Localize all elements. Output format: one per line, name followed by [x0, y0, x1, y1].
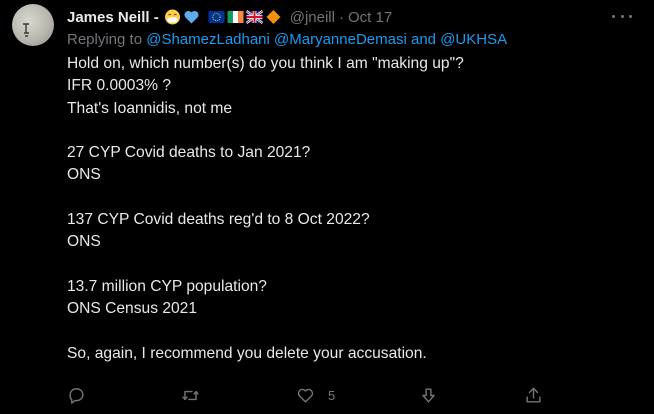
ireland-flag-icon — [227, 11, 244, 23]
mention-link[interactable]: @MaryanneDemasi — [274, 31, 407, 48]
tweet-text: Hold on, which number(s) do you think I … — [67, 53, 627, 365]
tweet-date[interactable]: Oct 17 — [348, 9, 392, 26]
avatar-figure-icon — [23, 23, 29, 37]
tweet-text-line: ONS Census 2021 — [67, 300, 198, 318]
tweet-text-line: 137 CYP Covid deaths reg'd to 8 Oct 2022… — [67, 211, 370, 229]
tweet-text-line: So, again, I recommend you delete your a… — [67, 344, 427, 362]
replying-to-label: Replying to — [67, 31, 143, 48]
share-icon — [526, 387, 541, 403]
author-handle[interactable]: @jneill — [290, 9, 335, 26]
tweet-text-line: 13.7 million CYP population? — [67, 277, 267, 295]
share-button[interactable] — [524, 381, 543, 409]
mention-link[interactable]: @UKHSA — [440, 31, 507, 48]
eu-flag-icon — [208, 11, 225, 23]
tweet-text-line: IFR 0.0003% ? — [67, 77, 172, 95]
tweet-text-line: Hold on, which number(s) do you think I … — [67, 55, 464, 72]
mention-and[interactable]: and — [411, 31, 436, 48]
blue-heart-icon — [184, 10, 199, 24]
heart-icon — [297, 388, 314, 403]
reply-button[interactable] — [67, 381, 86, 409]
tweet-header: James Neill - @jneill · Oct 17 — [67, 6, 392, 28]
separator-dot: · — [338, 8, 344, 26]
action-bar: 5 — [67, 381, 547, 409]
retweet-button[interactable] — [181, 381, 200, 409]
author-emojis — [164, 9, 284, 25]
uk-flag-icon — [245, 10, 263, 24]
tweet-text-line: ONS — [67, 166, 101, 184]
tweet-text-line: ONS — [67, 233, 101, 251]
replying-to: Replying to @ShamezLadhani @MaryanneDema… — [67, 31, 507, 48]
downvote-button[interactable] — [419, 381, 438, 409]
face-with-medical-mask-icon — [164, 9, 180, 25]
like-count: 5 — [328, 387, 336, 403]
tweet-text-line: 27 CYP Covid deaths to Jan 2021? — [67, 144, 311, 162]
tweet-text-line: That's Ioannidis, not me — [67, 99, 233, 117]
more-options-icon[interactable] — [612, 8, 632, 24]
comment-icon — [69, 387, 84, 404]
author-name[interactable]: James Neill - — [67, 9, 159, 26]
retweet-icon — [182, 390, 199, 400]
avatar[interactable] — [12, 4, 54, 46]
mention-link[interactable]: @ShamezLadhani — [146, 31, 270, 48]
tweet: James Neill - @jneill · Oct 17 Replying … — [0, 0, 654, 414]
arrow-down-icon — [422, 387, 435, 403]
like-button[interactable]: 5 — [296, 381, 335, 409]
orange-diamond-icon — [266, 10, 281, 24]
